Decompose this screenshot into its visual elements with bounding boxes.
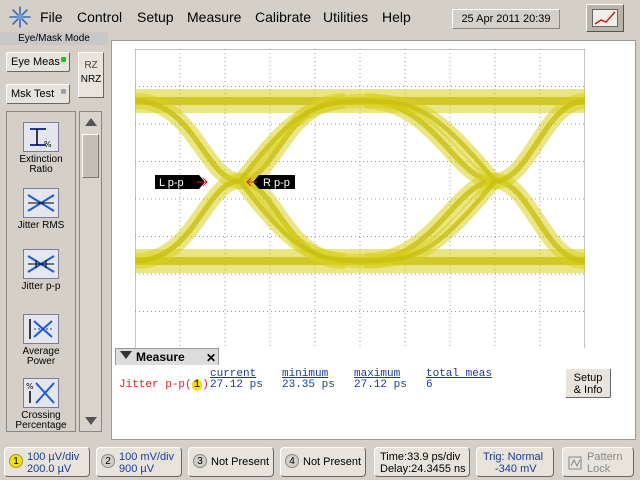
pattern-lock-label: Pattern Lock <box>587 451 622 475</box>
rz-label: RZ <box>84 60 98 71</box>
agilent-spark-icon <box>9 6 31 28</box>
active-led-icon <box>61 57 66 62</box>
trigger-button[interactable]: Trig: Normal -340 mV <box>476 447 554 477</box>
eye-meas-label: Eye Meas <box>11 56 60 68</box>
waveform-icon <box>592 9 618 27</box>
jitter-pp-label: Jitter p-p <box>21 281 61 292</box>
eye-meas-button[interactable]: Eye Meas <box>6 52 70 72</box>
channel-3-button[interactable]: 3 Not Present <box>188 447 274 477</box>
crossing-percentage-icon: % <box>23 378 59 408</box>
channel-4-status: Not Present <box>303 456 362 468</box>
jitter-rms-button[interactable]: Jitter RMS <box>7 188 75 231</box>
pattern-lock-line2: Lock <box>587 463 611 475</box>
average-power-icon <box>23 314 59 344</box>
svg-text:L p-p: L p-p <box>159 177 184 189</box>
pattern-lock-line1: Pattern <box>587 451 623 463</box>
menu-measure[interactable]: Measure <box>187 9 241 25</box>
date-time-display: 25 Apr 2011 20:39 <box>452 9 560 29</box>
collapse-chevron-icon[interactable] <box>120 351 132 359</box>
channel-1-number: 1 <box>9 454 23 468</box>
jitter-pp-icon <box>23 249 59 279</box>
average-power-button[interactable]: Average Power <box>7 314 75 367</box>
measure-tab[interactable]: Measure ✕ <box>115 348 219 365</box>
menu-utilities[interactable]: Utilities <box>323 9 368 25</box>
status-bar: 1 100 µV/div 200.0 µV 2 100 mV/div 900 µV … <box>0 443 640 480</box>
channel-2-scale: 100 mV/div <box>119 451 175 463</box>
crossing-percentage-button[interactable]: % Crossing Percentage <box>7 378 75 431</box>
rz-nrz-toggle[interactable]: RZ NRZ <box>78 52 104 98</box>
measurement-name-end: ) <box>202 379 209 391</box>
channel-3-number: 3 <box>193 454 207 468</box>
channel-1-button[interactable]: 1 100 µV/div 200.0 µV <box>4 447 90 477</box>
measure-tab-label: Measure <box>136 350 185 364</box>
channel-2-offset: 900 µV <box>119 463 155 475</box>
close-icon[interactable]: ✕ <box>206 350 216 366</box>
measurement-channel: 1 <box>191 379 203 391</box>
menu-help[interactable]: Help <box>382 9 411 25</box>
timebase-scale: Time:33.9 ps/div <box>380 451 461 463</box>
eye-diagram-display[interactable]: L p-p R p-p <box>135 49 585 349</box>
trigger-level: -340 mV <box>495 463 537 475</box>
jitter-pp-button[interactable]: Jitter p-p <box>7 249 75 292</box>
value-minimum: 23.35 ps <box>282 379 335 391</box>
svg-text:%: % <box>44 140 52 149</box>
channel-4-button[interactable]: 4 Not Present <box>280 447 366 477</box>
timebase-settings: Time:33.9 ps/div Delay:24.3455 ns <box>380 451 466 475</box>
mask-test-button[interactable]: Msk Test <box>6 84 70 104</box>
value-total-meas: 6 <box>426 379 433 391</box>
scroll-up-icon[interactable] <box>85 118 97 126</box>
setup-info-button[interactable]: Setup & Info <box>565 368 611 398</box>
channel-4-number: 4 <box>285 454 299 468</box>
channel-2-number: 2 <box>101 454 115 468</box>
measurement-scrollbar[interactable] <box>79 111 102 432</box>
header-total-meas: total meas <box>426 368 493 380</box>
setup-info-label-1: Setup <box>573 372 603 384</box>
inactive-led-icon <box>61 89 66 94</box>
timebase-button[interactable]: Time:33.9 ps/div Delay:24.3455 ns <box>374 447 470 477</box>
menu-file[interactable]: File <box>40 9 63 25</box>
trigger-settings: Trig: Normal -340 mV <box>483 451 543 475</box>
measurement-name[interactable]: Jitter p-p(1) <box>119 379 209 391</box>
extinction-ratio-button[interactable]: % Extinction Ratio <box>7 122 75 175</box>
channel-3-status: Not Present <box>211 456 270 468</box>
measurement-panel: Measure ✕ current minimum maximum total … <box>113 348 634 438</box>
scroll-down-icon[interactable] <box>85 417 97 425</box>
value-maximum: 27.12 ps <box>354 379 407 391</box>
channel-1-scale: 100 µV/div <box>27 451 80 463</box>
menu-bar: File Control Setup Measure Calibrate Uti… <box>0 0 640 34</box>
crossing-percentage-label: Crossing Percentage <box>15 410 67 431</box>
menu-control[interactable]: Control <box>77 9 122 25</box>
timebase-delay: Delay:24.3455 ns <box>380 463 466 475</box>
pattern-lock-button[interactable]: Pattern Lock <box>562 447 634 477</box>
value-current: 27.12 ps <box>210 379 263 391</box>
measurement-toolbar: % Extinction Ratio Jitter RMS Jitter p-p… <box>6 111 76 432</box>
menu-calibrate[interactable]: Calibrate <box>255 9 311 25</box>
extinction-ratio-icon: % <box>23 122 59 152</box>
extinction-ratio-label: Extinction Ratio <box>19 154 63 175</box>
channel-2-settings: 100 mV/div 900 µV <box>119 451 174 475</box>
svg-text:%: % <box>26 382 34 391</box>
trigger-mode: Trig: Normal <box>483 451 544 463</box>
scroll-thumb[interactable] <box>82 134 99 178</box>
mode-label: Eye/Mask Mode <box>0 32 108 45</box>
channel-1-offset: 200.0 µV <box>27 463 72 475</box>
jitter-rms-label: Jitter RMS <box>17 220 65 231</box>
channel-1-settings: 100 µV/div 200.0 µV <box>27 451 79 475</box>
channel-2-button[interactable]: 2 100 mV/div 900 µV <box>96 447 182 477</box>
measurement-name-text: Jitter p-p( <box>119 379 192 391</box>
setup-info-label-2: & Info <box>573 384 603 396</box>
mask-test-label: Msk Test <box>11 88 55 100</box>
pattern-lock-icon <box>568 456 582 470</box>
left-pp-marker: L p-p <box>155 175 208 189</box>
average-power-label: Average Power <box>22 346 60 367</box>
display-mode-button[interactable] <box>586 4 624 32</box>
svg-text:R p-p: R p-p <box>263 177 290 189</box>
menu-setup[interactable]: Setup <box>137 9 174 25</box>
jitter-rms-icon <box>23 188 59 218</box>
nrz-label: NRZ <box>80 74 102 85</box>
